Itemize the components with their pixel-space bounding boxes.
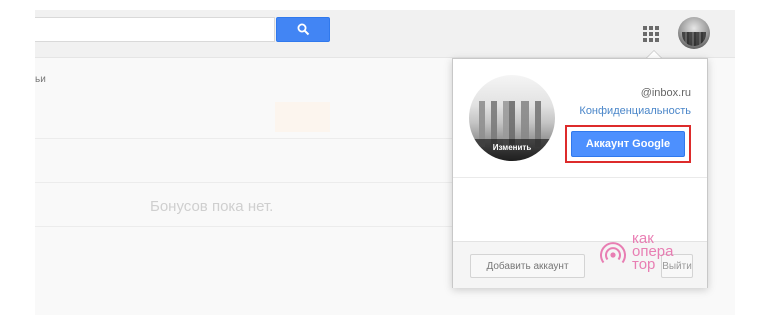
search-button[interactable] [276, 17, 330, 42]
search-icon [297, 23, 309, 36]
profile-photo[interactable]: Изменить [469, 75, 555, 161]
background-tile [275, 102, 330, 132]
logout-button[interactable]: Выйти [661, 254, 693, 278]
apps-grid-icon[interactable] [641, 24, 661, 44]
empty-bonus-message: Бонусов пока нет. [150, 198, 274, 215]
divider [35, 226, 455, 227]
privacy-link[interactable]: Конфиденциальность [579, 105, 691, 117]
account-avatar-button[interactable] [678, 17, 710, 49]
change-photo-button[interactable]: Изменить [469, 139, 555, 161]
search-input[interactable] [35, 17, 275, 42]
section-label: ьи [35, 74, 46, 85]
divider [35, 182, 455, 183]
divider [35, 138, 455, 139]
popup-footer: Добавить аккаунт Выйти [453, 241, 707, 288]
add-account-button[interactable]: Добавить аккаунт [470, 254, 585, 278]
account-popup: Изменить @inbox.ru Конфиденциальность Ак… [452, 58, 708, 288]
account-email: @inbox.ru [640, 87, 691, 99]
top-bar [35, 10, 735, 58]
google-account-button[interactable]: Аккаунт Google [571, 131, 685, 157]
popup-divider [453, 177, 707, 178]
